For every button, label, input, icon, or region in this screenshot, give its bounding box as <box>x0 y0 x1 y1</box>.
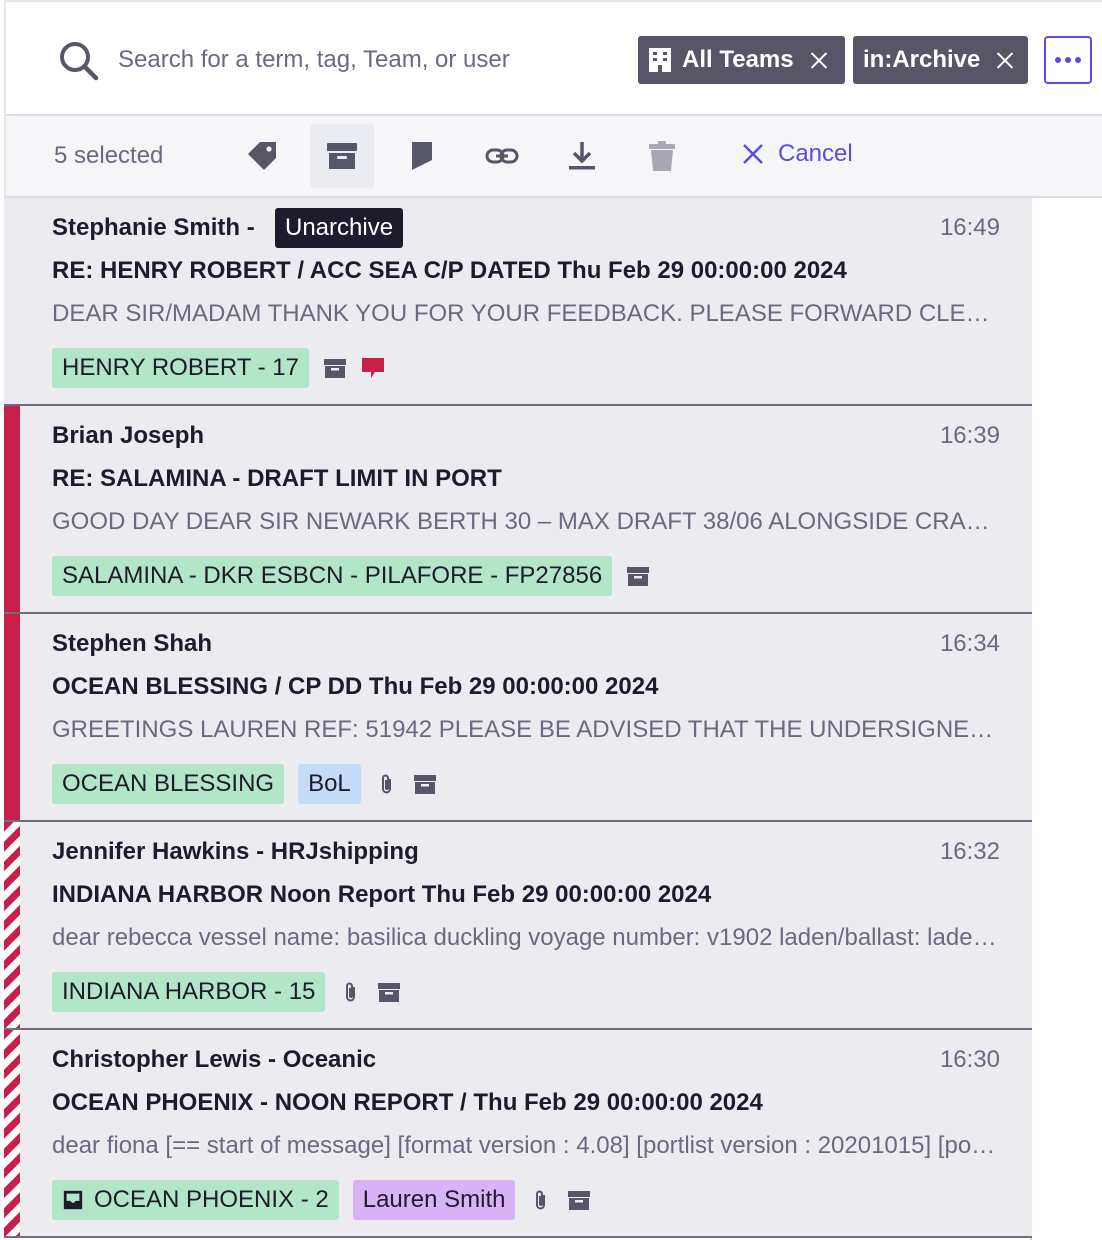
message-sender: Stephanie Smith - <box>52 214 255 241</box>
selection-stripe <box>4 822 20 1028</box>
more-dot-icon <box>1075 57 1081 63</box>
message-preview: GREETINGS LAUREN REF: 51942 PLEASE BE AD… <box>52 716 1002 743</box>
message-list: Stephanie Smith - Unarchive 16:49 RE: HE… <box>4 198 1032 1240</box>
message-sender: Christopher Lewis - Oceanic <box>52 1046 377 1073</box>
message-preview: GOOD DAY DEAR SIR NEWARK BERTH 30 – MAX … <box>52 508 1002 535</box>
message-subject: OCEAN PHOENIX - NOON REPORT / Thu Feb 29… <box>52 1089 763 1116</box>
tag-chip[interactable]: HENRY ROBERT - 17 <box>52 348 309 388</box>
trash-icon <box>649 141 675 171</box>
cancel-button[interactable]: Cancel <box>740 140 853 168</box>
message-sender: Brian Joseph <box>52 422 205 449</box>
more-dot-icon <box>1055 57 1061 63</box>
message-time: 16:39 <box>939 422 1000 449</box>
unarchive-tooltip: Unarchive <box>275 208 404 248</box>
tag-chip[interactable]: OCEAN BLESSING <box>52 764 285 804</box>
message-subject: RE: SALAMINA - DRAFT LIMIT IN PORT <box>52 465 502 492</box>
message-tags: INDIANA HARBOR - 15 <box>52 972 401 1012</box>
message-subject: INDIANA HARBOR Noon Report Thu Feb 29 00… <box>52 881 712 908</box>
message-preview: dear fiona [== start of message] [format… <box>52 1132 1002 1159</box>
tag-button[interactable] <box>230 124 294 188</box>
attachment-icon <box>346 982 356 1002</box>
cancel-label: Cancel <box>778 140 853 167</box>
more-dot-icon <box>1065 57 1071 63</box>
tag-chip[interactable]: SALAMINA - DKR ESBCN - PILAFORE - FP2785… <box>52 556 613 596</box>
flag-button[interactable] <box>390 124 454 188</box>
link-button[interactable] <box>470 124 534 188</box>
close-icon[interactable] <box>810 51 828 69</box>
more-options-button[interactable] <box>1044 36 1092 84</box>
search-icon <box>60 42 99 81</box>
message-time: 16:34 <box>939 630 1000 657</box>
message-row[interactable]: Stephanie Smith - Unarchive 16:49 RE: HE… <box>4 198 1032 406</box>
comment-icon <box>361 358 384 378</box>
message-time: 16:49 <box>939 214 1000 241</box>
message-tags: OCEAN PHOENIX - 2 Lauren Smith <box>52 1180 591 1220</box>
message-row[interactable]: Jennifer Hawkins - HRJshipping 16:32 IND… <box>4 822 1032 1030</box>
attachment-icon <box>536 1190 546 1210</box>
selected-count: 5 selected <box>54 142 164 169</box>
archive-icon <box>378 983 401 1002</box>
tag-chip[interactable]: BoL <box>298 764 361 804</box>
archive-button[interactable] <box>310 124 374 188</box>
selection-stripe <box>4 614 20 820</box>
building-icon <box>649 48 671 72</box>
message-preview: DEAR SIR/MADAM THANK YOU FOR YOUR FEEDBA… <box>52 300 1002 327</box>
search-input[interactable] <box>118 40 598 80</box>
tag-chip[interactable]: Lauren Smith <box>352 1180 516 1220</box>
message-preview: dear rebecca vessel name: basilica duckl… <box>52 924 1002 951</box>
archive-icon <box>627 567 650 586</box>
message-sender: Stephen Shah <box>52 630 213 657</box>
close-icon[interactable] <box>996 51 1014 69</box>
tag-label: OCEAN PHOENIX - 2 <box>94 1186 329 1213</box>
download-icon <box>569 142 595 170</box>
archive-icon <box>323 359 346 378</box>
tag-icon <box>248 142 276 170</box>
delete-button[interactable] <box>630 124 694 188</box>
close-icon <box>743 144 763 164</box>
bulk-action-toolbar: 5 selected Cancel <box>4 116 1102 198</box>
message-row[interactable]: Stephen Shah 16:34 OCEAN BLESSING / CP D… <box>4 614 1032 822</box>
archive-icon <box>568 1191 591 1210</box>
message-time: 16:32 <box>939 838 1000 865</box>
tag-chip[interactable]: OCEAN PHOENIX - 2 <box>52 1180 339 1220</box>
attachment-icon <box>381 774 391 794</box>
message-time: 16:30 <box>939 1046 1000 1073</box>
download-button[interactable] <box>550 124 614 188</box>
message-subject: RE: HENRY ROBERT / ACC SEA C/P DATED Thu… <box>52 257 847 284</box>
chip-label: All Teams <box>682 46 794 73</box>
search-bar: All Teams in:Archive <box>4 0 1102 116</box>
archive-icon <box>327 143 357 169</box>
message-tags: OCEAN BLESSING BoL <box>52 764 437 804</box>
inbox-icon <box>63 1190 83 1210</box>
selection-stripe <box>4 406 20 612</box>
selection-stripe <box>4 1030 20 1236</box>
message-row[interactable]: Brian Joseph 16:39 RE: SALAMINA - DRAFT … <box>4 406 1032 614</box>
archive-icon <box>413 775 436 794</box>
message-row[interactable]: Christopher Lewis - Oceanic 16:30 OCEAN … <box>4 1030 1032 1238</box>
chip-label: in:Archive <box>863 46 981 73</box>
message-subject: OCEAN BLESSING / CP DD Thu Feb 29 00:00:… <box>52 673 659 700</box>
message-tags: SALAMINA - DKR ESBCN - PILAFORE - FP2785… <box>52 556 650 596</box>
message-tags: HENRY ROBERT - 17 <box>52 348 385 388</box>
tag-chip[interactable]: INDIANA HARBOR - 15 <box>52 972 326 1012</box>
flag-icon <box>412 142 432 170</box>
filter-chip-in-archive[interactable]: in:Archive <box>853 36 1028 84</box>
message-sender: Jennifer Hawkins - HRJshipping <box>52 838 419 865</box>
link-icon <box>485 148 519 164</box>
filter-chip-all-teams[interactable]: All Teams <box>638 36 845 84</box>
